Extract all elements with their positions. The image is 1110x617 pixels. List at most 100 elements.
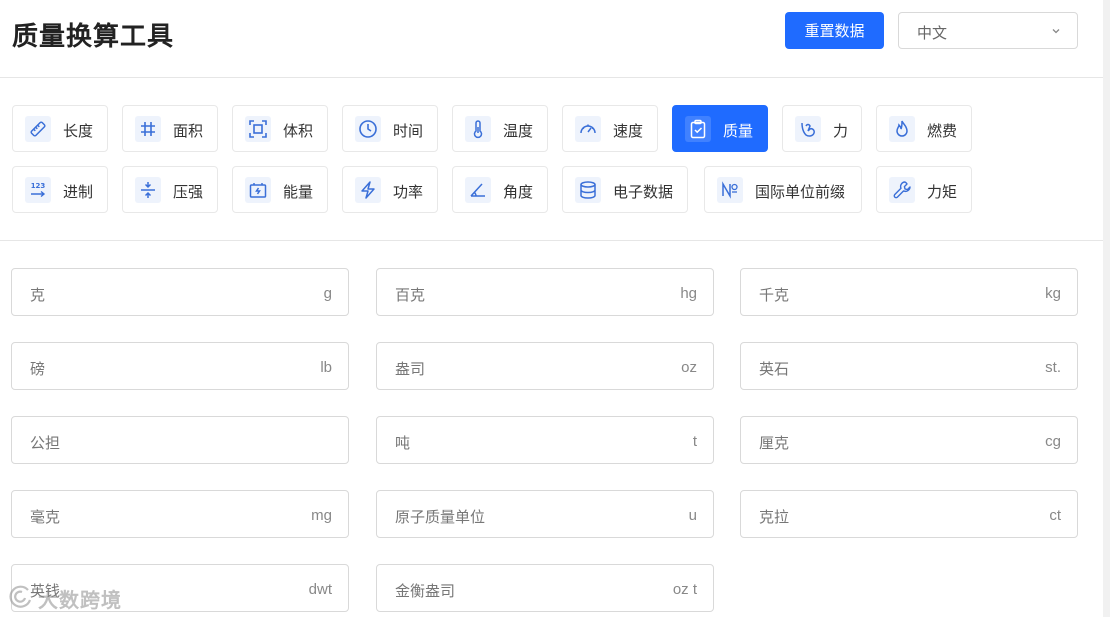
category-label: 角度 (503, 184, 534, 201)
category-label: 长度 (63, 123, 94, 140)
unit-field-ton[interactable]: 吨 t (376, 416, 714, 464)
category-torque[interactable]: 力矩 (876, 166, 972, 213)
watermark-logo-icon (9, 585, 32, 608)
category-number-base[interactable]: 123 进制 (12, 166, 108, 213)
unit-name: 厘克 (759, 435, 790, 452)
category-force[interactable]: 力 (782, 105, 862, 152)
unit-field-centigram[interactable]: 厘克 cg (740, 416, 1078, 464)
unit-symbol: dwt (308, 581, 332, 598)
database-icon (575, 177, 601, 203)
unit-symbol: oz t (672, 581, 697, 598)
unit-field-gram[interactable]: 克 g (11, 268, 349, 316)
clipboard-check-icon (685, 116, 711, 142)
language-select[interactable]: 中文 (898, 12, 1078, 49)
category-label: 进制 (63, 184, 94, 201)
unit-name: 毫克 (30, 509, 61, 526)
unit-name: 磅 (30, 361, 46, 378)
unit-symbol: u (688, 507, 697, 524)
numero-icon (717, 177, 743, 203)
category-angle[interactable]: 角度 (452, 166, 548, 213)
category-fuel[interactable]: 燃费 (876, 105, 972, 152)
unit-symbol: st. (1045, 359, 1061, 376)
category-mass[interactable]: 质量 (672, 105, 768, 152)
category-label: 压强 (173, 184, 204, 201)
lightning-icon (355, 177, 381, 203)
unit-field-quintal[interactable]: 公担 (11, 416, 349, 464)
ruler-icon (25, 116, 51, 142)
category-energy[interactable]: 能量 (232, 166, 328, 213)
header: 质量换算工具 重置数据 中文 (0, 0, 1110, 78)
thermometer-icon (465, 116, 491, 142)
unit-name: 金衡盎司 (395, 583, 456, 600)
unit-field-stone[interactable]: 英石 st. (740, 342, 1078, 390)
unit-field-ounce[interactable]: 盎司 oz (376, 342, 714, 390)
unit-symbol: t (692, 433, 697, 450)
unit-name: 盎司 (395, 361, 426, 378)
unit-field-atomic-mass-unit[interactable]: 原子质量单位 u (376, 490, 714, 538)
category-area[interactable]: 面积 (122, 105, 218, 152)
category-label: 力 (833, 123, 849, 140)
category-power[interactable]: 功率 (342, 166, 438, 213)
unit-name: 克拉 (759, 509, 790, 526)
unit-symbol: hg (680, 285, 697, 302)
unit-symbol: cg (1045, 433, 1061, 450)
category-time[interactable]: 时间 (342, 105, 438, 152)
category-pressure[interactable]: 压强 (122, 166, 218, 213)
category-label: 国际单位前缀 (755, 184, 846, 201)
unit-symbol: ct (1049, 507, 1061, 524)
flame-icon (889, 116, 915, 142)
category-label: 功率 (393, 184, 424, 201)
wrench-icon (889, 177, 915, 203)
category-label: 质量 (723, 123, 754, 140)
category-label: 体积 (283, 123, 314, 140)
strength-icon (795, 116, 821, 142)
category-label: 电子数据 (613, 184, 674, 201)
unit-field-hectogram[interactable]: 百克 hg (376, 268, 714, 316)
category-volume[interactable]: 体积 (232, 105, 328, 152)
hash-icon (135, 116, 161, 142)
unit-name: 公担 (30, 435, 61, 452)
category-si-prefix[interactable]: 国际单位前缀 (704, 166, 862, 213)
watermark-text: 大数跨境 (38, 590, 122, 612)
unit-symbol: kg (1045, 285, 1061, 302)
unit-field-carat[interactable]: 克拉 ct (740, 490, 1078, 538)
compress-icon (135, 177, 161, 203)
category-label: 燃费 (927, 123, 958, 140)
svg-text:123: 123 (31, 182, 46, 190)
category-temperature[interactable]: 温度 (452, 105, 548, 152)
category-label: 时间 (393, 123, 424, 140)
category-panel: 长度 面积 体积 时间 温度 速度 质量 力 燃费 123 进制 压强 能量 功… (0, 78, 1103, 241)
category-label: 力矩 (927, 184, 958, 201)
unit-field-milligram[interactable]: 毫克 mg (11, 490, 349, 538)
clock-icon (355, 116, 381, 142)
speedometer-icon (575, 116, 601, 142)
number-base-icon: 123 (25, 177, 51, 203)
unit-field-kilogram[interactable]: 千克 kg (740, 268, 1078, 316)
category-speed[interactable]: 速度 (562, 105, 658, 152)
category-label: 能量 (283, 184, 314, 201)
unit-field-troy-ounce[interactable]: 金衡盎司 oz t (376, 564, 714, 612)
scrollbar[interactable] (1103, 0, 1110, 617)
unit-symbol: g (323, 285, 332, 302)
unit-symbol: lb (320, 359, 332, 376)
battery-icon (245, 177, 271, 203)
category-label: 速度 (613, 123, 644, 140)
unit-name: 千克 (759, 287, 790, 304)
unit-field-pound[interactable]: 磅 lb (11, 342, 349, 390)
page-title: 质量换算工具 (12, 21, 175, 51)
unit-symbol: mg (311, 507, 332, 524)
unit-name: 原子质量单位 (395, 509, 486, 526)
unit-name: 百克 (395, 287, 426, 304)
reset-button[interactable]: 重置数据 (785, 12, 884, 49)
category-length[interactable]: 长度 (12, 105, 108, 152)
language-value: 中文 (917, 25, 948, 42)
unit-name: 英石 (759, 361, 790, 378)
category-data-storage[interactable]: 电子数据 (562, 166, 688, 213)
unit-name: 吨 (395, 435, 411, 452)
unit-symbol: oz (681, 359, 697, 376)
chevron-down-icon (1052, 29, 1060, 34)
category-label: 面积 (173, 123, 204, 140)
unit-name: 克 (30, 287, 46, 304)
box-frame-icon (245, 116, 271, 142)
category-label: 温度 (503, 123, 534, 140)
